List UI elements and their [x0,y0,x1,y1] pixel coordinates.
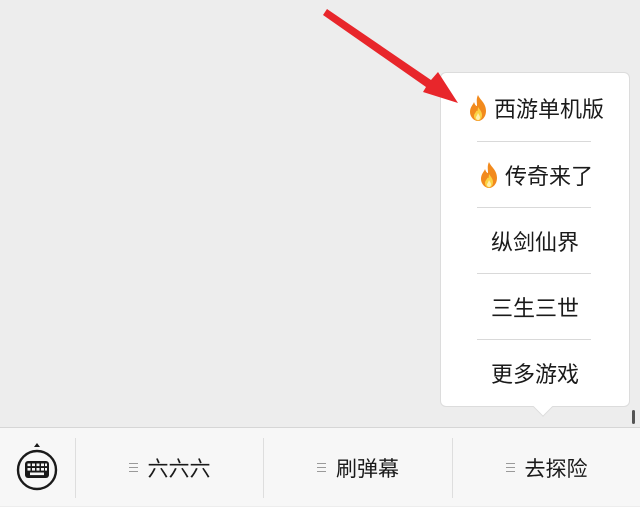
quick-reply-liuliuliu-button[interactable]: 六六六 [76,428,263,507]
bottom-bar: 六六六 刷弹幕 去探险 [0,427,640,506]
menu-item-label: 更多游戏 [490,363,579,388]
menu-lines-icon [128,462,138,474]
scrollbar-thumb[interactable] [632,410,635,424]
go-explore-button[interactable]: 去探险 [453,428,640,507]
menu-item-label: 纵剑仙界 [490,231,579,256]
bar-button-label: 六六六 [147,456,211,481]
game-menu-popup: 西游单机版 传奇来了 纵剑仙界 三生三世 更多游戏 [440,72,630,407]
menu-item-zongjian[interactable]: 纵剑仙界 [441,208,629,274]
menu-item-more-games[interactable]: 更多游戏 [441,340,629,406]
menu-item-label: 三生三世 [490,297,579,322]
keyboard-toggle-button[interactable] [14,442,60,492]
menu-item-label: 西游单机版 [493,98,604,123]
menu-item-chuanqi[interactable]: 传奇来了 [441,142,629,208]
menu-lines-icon [317,462,326,474]
menu-item-xiyou[interactable]: 西游单机版 [441,75,629,141]
fire-icon [480,162,497,188]
refresh-danmaku-button[interactable]: 刷弹幕 [264,428,452,507]
menu-item-label: 传奇来了 [504,165,593,190]
menu-item-sansheng[interactable]: 三生三世 [441,274,629,340]
bar-button-label: 刷弹幕 [336,456,399,481]
bar-button-label: 去探险 [524,456,588,481]
keyboard-icon [16,443,58,491]
fire-icon [469,95,486,121]
menu-lines-icon [505,462,515,474]
